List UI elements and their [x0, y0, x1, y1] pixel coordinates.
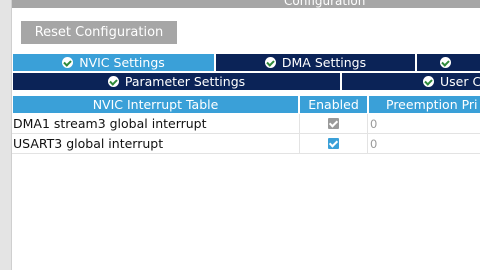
tab-next-partial[interactable] [417, 54, 480, 71]
tab-label: NVIC Settings [79, 55, 165, 70]
interrupt-name: USART3 global interrupt [13, 136, 164, 151]
column-header-enabled[interactable]: Enabled [300, 96, 367, 113]
tab-label: DMA Settings [281, 55, 367, 70]
tab-parameter-settings[interactable]: Parameter Settings [13, 73, 340, 90]
tab-label: User C [440, 74, 480, 89]
check-circle-icon [423, 76, 434, 87]
check-circle-icon [440, 57, 451, 68]
configuration-title-bar: Configuration [12, 0, 480, 8]
column-header-preemption-priority[interactable]: Preemption Pri [369, 96, 480, 113]
interrupt-name: DMA1 stream3 global interrupt [13, 116, 207, 131]
tab-dma-settings[interactable]: DMA Settings [216, 54, 415, 71]
row-divider [12, 133, 480, 134]
column-divider [299, 114, 300, 154]
preemption-priority-value[interactable]: 0 [370, 137, 377, 151]
tab-label: Parameter Settings [124, 74, 246, 89]
preemption-priority-value[interactable]: 0 [370, 117, 377, 131]
tab-user-constants[interactable]: User C [342, 73, 480, 90]
enabled-checkbox[interactable] [328, 138, 339, 149]
row-divider [12, 153, 480, 154]
check-circle-icon [62, 57, 74, 68]
check-circle-icon [107, 76, 119, 87]
enabled-checkbox [328, 118, 339, 129]
left-panel-edge [0, 0, 12, 270]
configuration-title: Configuration [284, 0, 366, 8]
check-circle-icon [264, 57, 276, 68]
column-header-interrupt-table[interactable]: NVIC Interrupt Table [13, 96, 298, 113]
tab-nvic-settings[interactable]: NVIC Settings [13, 54, 214, 71]
column-divider [367, 114, 368, 154]
reset-configuration-button[interactable]: Reset Configuration [21, 21, 177, 44]
